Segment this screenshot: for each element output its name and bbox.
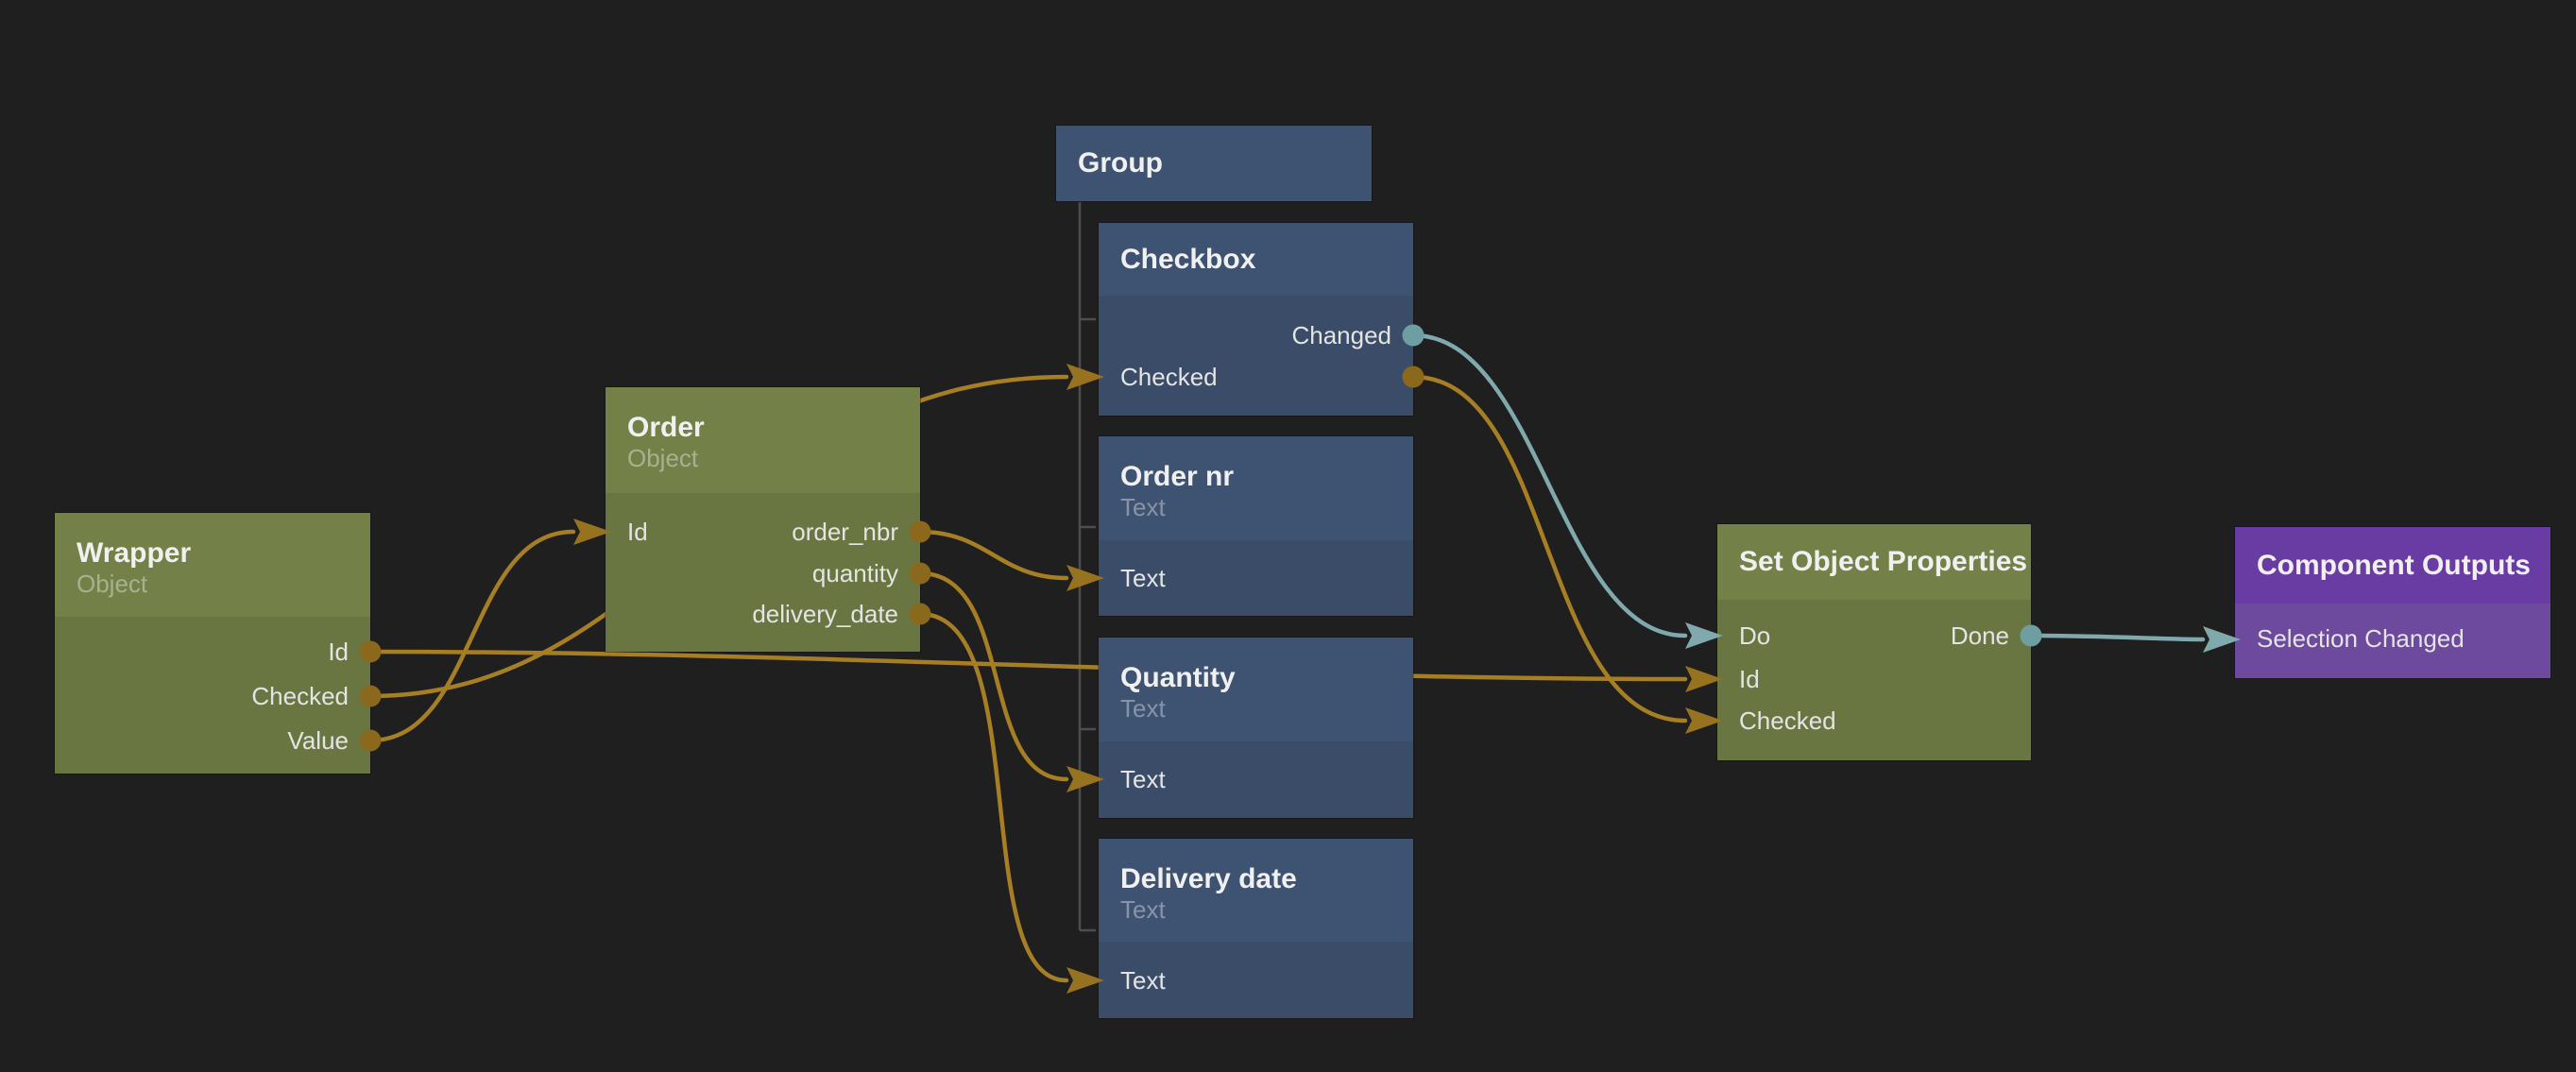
input-port-label-id[interactable]: Id <box>1739 662 1760 696</box>
node-order[interactable]: Order Object Id order_nbr quantity deliv… <box>606 387 920 652</box>
node-header: Wrapper Object <box>55 513 370 617</box>
node-title: Wrapper <box>77 537 349 570</box>
port-row: Do Done <box>1739 619 2009 653</box>
node-header: Group <box>1056 126 1372 201</box>
node-header: Set Object Properties <box>1717 524 2031 600</box>
node-subtitle: Text <box>1120 895 1391 924</box>
port-dot-checkbox-changed[interactable] <box>1403 325 1424 347</box>
node-subtitle: Text <box>1120 694 1391 723</box>
node-title: Group <box>1078 147 1163 179</box>
port-dot-wrapper-id[interactable] <box>360 641 382 663</box>
input-port-label-id[interactable]: Id <box>627 515 648 549</box>
node-order-nr[interactable]: Order nr Text Text <box>1099 436 1413 616</box>
input-port-label-do[interactable]: Do <box>1739 619 1770 653</box>
node-set-object-properties[interactable]: Set Object Properties Do Done Id Checked <box>1717 524 2031 760</box>
output-port-label-changed[interactable]: Changed <box>1291 318 1391 352</box>
port-row: Text <box>1120 762 1391 796</box>
port-dot-sop-done[interactable] <box>2021 625 2042 647</box>
input-port-label-checked[interactable]: Checked <box>1739 704 1836 738</box>
input-port-label-selection-changed[interactable]: Selection Changed <box>2257 621 2465 655</box>
node-subtitle: Text <box>1120 493 1391 521</box>
port-row: Changed <box>1120 318 1391 352</box>
node-subtitle: Object <box>627 444 898 472</box>
node-title: Quantity <box>1120 662 1391 694</box>
node-group[interactable]: Group <box>1056 126 1372 201</box>
output-port-label-checked[interactable]: Checked <box>251 679 349 713</box>
output-port-label-deliverydate[interactable]: delivery_date <box>752 597 898 631</box>
port-dot-checkbox-checked[interactable] <box>1403 366 1424 388</box>
node-title: Set Object Properties <box>1739 546 2027 578</box>
port-dot-order-ordernbr[interactable] <box>910 521 931 543</box>
port-row: delivery_date <box>627 597 898 631</box>
node-header: Component Outputs <box>2235 527 2550 604</box>
input-port-label-text[interactable]: Text <box>1120 963 1166 997</box>
node-header: Quantity Text <box>1099 638 1413 741</box>
port-row: Id <box>77 635 349 669</box>
output-port-label-id[interactable]: Id <box>328 635 349 669</box>
node-title: Delivery date <box>1120 863 1391 895</box>
node-title: Order nr <box>1120 461 1391 493</box>
port-dot-order-deliverydate[interactable] <box>910 604 931 625</box>
port-row: Checked <box>1739 704 2009 738</box>
node-editor-canvas[interactable]: Wrapper Object Id Checked Value Order Ob… <box>0 0 2576 1072</box>
output-port-label-value[interactable]: Value <box>287 723 349 757</box>
port-row: quantity <box>627 556 898 590</box>
node-title: Order <box>627 412 898 444</box>
port-row: Value <box>77 723 349 757</box>
node-quantity[interactable]: Quantity Text Text <box>1099 638 1413 818</box>
port-row: Checked <box>77 679 349 713</box>
port-row: Text <box>1120 561 1391 595</box>
port-dot-wrapper-value[interactable] <box>360 730 382 752</box>
output-port-label-quantity[interactable]: quantity <box>812 556 898 590</box>
port-row: Id <box>1739 662 2009 696</box>
port-row: Selection Changed <box>2257 621 2529 655</box>
input-port-label-checked[interactable]: Checked <box>1120 360 1218 394</box>
node-component-outputs[interactable]: Component Outputs Selection Changed <box>2235 527 2550 678</box>
node-header: Order nr Text <box>1099 436 1413 540</box>
node-header: Order Object <box>606 387 920 493</box>
output-port-label-ordernbr[interactable]: order_nbr <box>792 515 898 549</box>
port-row: Id order_nbr <box>627 515 898 549</box>
input-port-label-text[interactable]: Text <box>1120 762 1166 796</box>
node-subtitle: Object <box>77 570 349 598</box>
node-wrapper[interactable]: Wrapper Object Id Checked Value <box>55 513 370 774</box>
input-port-label-text[interactable]: Text <box>1120 561 1166 595</box>
port-dot-wrapper-checked[interactable] <box>360 686 382 707</box>
port-dot-order-quantity[interactable] <box>910 563 931 585</box>
node-title: Checkbox <box>1120 244 1255 276</box>
node-title: Component Outputs <box>2257 550 2531 582</box>
node-delivery-date[interactable]: Delivery date Text Text <box>1099 839 1413 1018</box>
output-port-label-done[interactable]: Done <box>1951 619 2009 653</box>
node-checkbox[interactable]: Checkbox Changed Checked <box>1099 223 1413 416</box>
port-row: Text <box>1120 963 1391 997</box>
node-header: Checkbox <box>1099 223 1413 296</box>
port-row: Checked <box>1120 360 1391 394</box>
node-header: Delivery date Text <box>1099 839 1413 942</box>
